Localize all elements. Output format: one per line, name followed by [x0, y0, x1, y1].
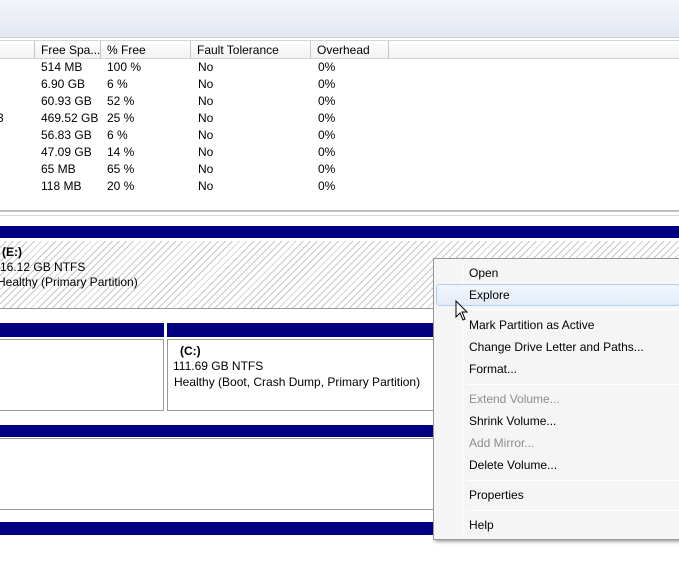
percent-free-cell: 52 % — [107, 94, 135, 108]
table-row[interactable]: 47.09 GB 14 % No 0% — [0, 144, 679, 161]
pane-divider-shadow — [0, 215, 679, 216]
free-space-cell: 469.52 GB — [41, 111, 99, 125]
percent-free-cell: 100 % — [107, 60, 142, 74]
fault-tolerance-cell: No — [198, 179, 214, 193]
volume-list-header: Free Spa... % Free Fault Tolerance Overh… — [0, 40, 679, 59]
overhead-cell: 0% — [318, 77, 336, 91]
column-header-overhead[interactable]: Overhead — [311, 41, 389, 59]
menu-item-shrink-volume[interactable]: Shrink Volume... — [436, 410, 679, 432]
percent-free-cell: 6 % — [107, 128, 128, 142]
menu-item-add-mirror[interactable]: Add Mirror... — [436, 432, 679, 454]
free-space-cell: 118 MB — [41, 179, 82, 193]
menu-item-explore[interactable]: Explore — [436, 284, 679, 306]
partition-bar-e — [0, 226, 679, 238]
overhead-cell: 0% — [318, 60, 336, 74]
toolbar-strip — [0, 0, 679, 38]
volume-c-name: (C:) — [180, 344, 201, 358]
volume-list: 514 MB 100 % No 0% 6.90 GB 6 % No 0% 60.… — [0, 59, 679, 195]
column-header-fault-tolerance[interactable]: Fault Tolerance — [191, 41, 311, 59]
menu-item-mark-active[interactable]: Mark Partition as Active — [436, 314, 679, 336]
column-header-percent-free[interactable]: % Free — [101, 41, 191, 59]
table-row[interactable]: 514 MB 100 % No 0% — [0, 59, 679, 76]
fault-tolerance-cell: No — [198, 94, 214, 108]
volume-e-size: 16.12 GB NTFS — [0, 260, 86, 274]
free-space-cell: 60.93 GB — [41, 94, 92, 108]
table-row[interactable]: 60.93 GB 52 % No 0% — [0, 93, 679, 110]
column-header-free-space[interactable]: Free Spa... — [35, 41, 101, 59]
percent-free-cell: 25 % — [107, 111, 135, 125]
menu-separator — [467, 309, 679, 310]
overhead-cell: 0% — [318, 128, 336, 142]
percent-free-cell: 65 % — [107, 162, 135, 176]
free-space-cell: 47.09 GB — [41, 145, 92, 159]
menu-item-help[interactable]: Help — [436, 514, 679, 536]
fault-tolerance-cell: No — [198, 145, 214, 159]
fault-tolerance-cell: No — [198, 111, 214, 125]
free-space-cell: 65 MB — [41, 162, 76, 176]
volume-c-status: Healthy (Boot, Crash Dump, Primary Parti… — [174, 375, 421, 389]
table-row[interactable]: 3 469.52 GB 25 % No 0% — [0, 110, 679, 127]
menu-item-open[interactable]: Open — [436, 262, 679, 284]
volume-e-status: Healthy (Primary Partition) — [0, 275, 138, 289]
menu-separator — [467, 384, 679, 385]
volume-e-name: (E:) — [2, 245, 22, 259]
free-space-cell: 514 MB — [41, 60, 83, 74]
menu-item-change-drive-letter[interactable]: Change Drive Letter and Paths... — [436, 336, 679, 358]
menu-item-properties[interactable]: Properties — [436, 484, 679, 506]
fault-tolerance-cell: No — [198, 77, 214, 91]
menu-item-extend-volume[interactable]: Extend Volume... — [436, 388, 679, 410]
overhead-cell: 0% — [318, 162, 336, 176]
mouse-pointer-icon — [455, 300, 469, 321]
menu-item-delete-volume[interactable]: Delete Volume... — [436, 454, 679, 476]
fault-tolerance-cell: No — [198, 128, 214, 142]
table-row[interactable]: 118 MB 20 % No 0% — [0, 178, 679, 195]
overhead-cell: 0% — [318, 111, 336, 125]
unlabeled-partition[interactable] — [0, 339, 164, 411]
partition-bar-left — [0, 323, 164, 337]
fault-tolerance-cell: No — [198, 60, 214, 74]
free-space-cell: 56.83 GB — [41, 128, 92, 142]
table-row[interactable]: 65 MB 65 % No 0% — [0, 161, 679, 178]
row-prefix: 3 — [0, 111, 4, 125]
fault-tolerance-cell: No — [198, 162, 214, 176]
menu-separator — [467, 480, 679, 481]
table-row[interactable]: 6.90 GB 6 % No 0% — [0, 76, 679, 93]
percent-free-cell: 20 % — [107, 179, 135, 193]
menu-separator — [467, 510, 679, 511]
overhead-cell: 0% — [318, 179, 336, 193]
volume-c-size: 111.69 GB NTFS — [173, 359, 264, 373]
free-space-cell: 6.90 GB — [41, 77, 86, 91]
pane-divider[interactable] — [0, 210, 679, 212]
table-row[interactable]: 56.83 GB 6 % No 0% — [0, 127, 679, 144]
context-menu: Open Explore Mark Partition as Active Ch… — [433, 258, 679, 540]
overhead-cell: 0% — [318, 145, 336, 159]
overhead-cell: 0% — [318, 94, 336, 108]
menu-item-format[interactable]: Format... — [436, 358, 679, 380]
percent-free-cell: 6 % — [107, 77, 128, 91]
column-header-layout[interactable] — [0, 41, 35, 59]
percent-free-cell: 14 % — [107, 145, 135, 159]
